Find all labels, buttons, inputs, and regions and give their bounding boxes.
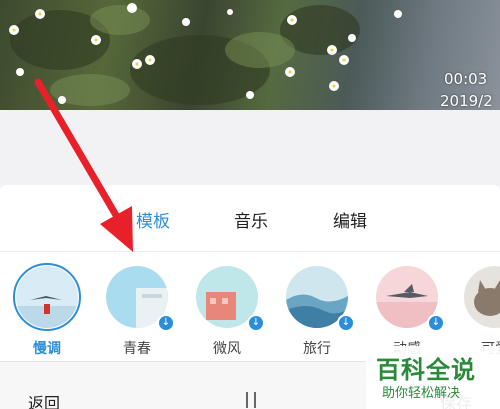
- template-item-youth[interactable]: ↓ 青春: [106, 266, 175, 357]
- template-label: 慢调: [33, 341, 61, 357]
- download-icon[interactable]: ↓: [247, 314, 265, 332]
- template-thumbnail: [464, 266, 500, 328]
- template-item-breeze[interactable]: ↓ 微风: [196, 266, 265, 357]
- back-button[interactable]: 返回: [28, 390, 60, 409]
- drag-handle-icon[interactable]: [244, 392, 258, 408]
- tab-edit[interactable]: 编辑: [333, 207, 367, 232]
- download-icon[interactable]: ↓: [157, 314, 175, 332]
- template-label: 旅行: [303, 341, 331, 357]
- template-thumbnail: [16, 266, 78, 328]
- template-item-dynamic[interactable]: ↓ 动感: [376, 266, 445, 357]
- photo-date-stamp: 2019/2: [440, 92, 493, 110]
- watermark-subtitle: 助你轻松解决: [382, 386, 461, 401]
- template-item-travel[interactable]: ↓ 旅行: [286, 266, 355, 357]
- template-item-cute[interactable]: 可爱: [464, 266, 500, 357]
- watermark: 百科全说 助你轻松解决: [366, 346, 500, 409]
- template-label: 青春: [123, 341, 151, 357]
- app-screen: 00:03 2019/2 模板 音乐 编辑 慢调 ↓ 青春 ↓ 微风 ↓ 旅行 …: [0, 0, 500, 409]
- photo-flowers: [9, 3, 402, 106]
- tab-template[interactable]: 模板: [136, 207, 170, 232]
- template-item-slow[interactable]: 慢调: [13, 263, 82, 357]
- template-list: 慢调 ↓ 青春 ↓ 微风 ↓ 旅行 ↓: [0, 251, 500, 361]
- download-icon[interactable]: ↓: [427, 314, 445, 332]
- preview-gap: [0, 110, 500, 185]
- editor-tabs: 模板 音乐 编辑: [0, 185, 500, 251]
- download-icon[interactable]: ↓: [337, 314, 355, 332]
- watermark-title: 百科全说: [376, 356, 476, 384]
- template-label: 微风: [213, 341, 241, 357]
- tab-music[interactable]: 音乐: [234, 207, 268, 232]
- photo-time-stamp: 00:03: [444, 70, 488, 88]
- photo-preview[interactable]: 00:03 2019/2: [0, 0, 500, 110]
